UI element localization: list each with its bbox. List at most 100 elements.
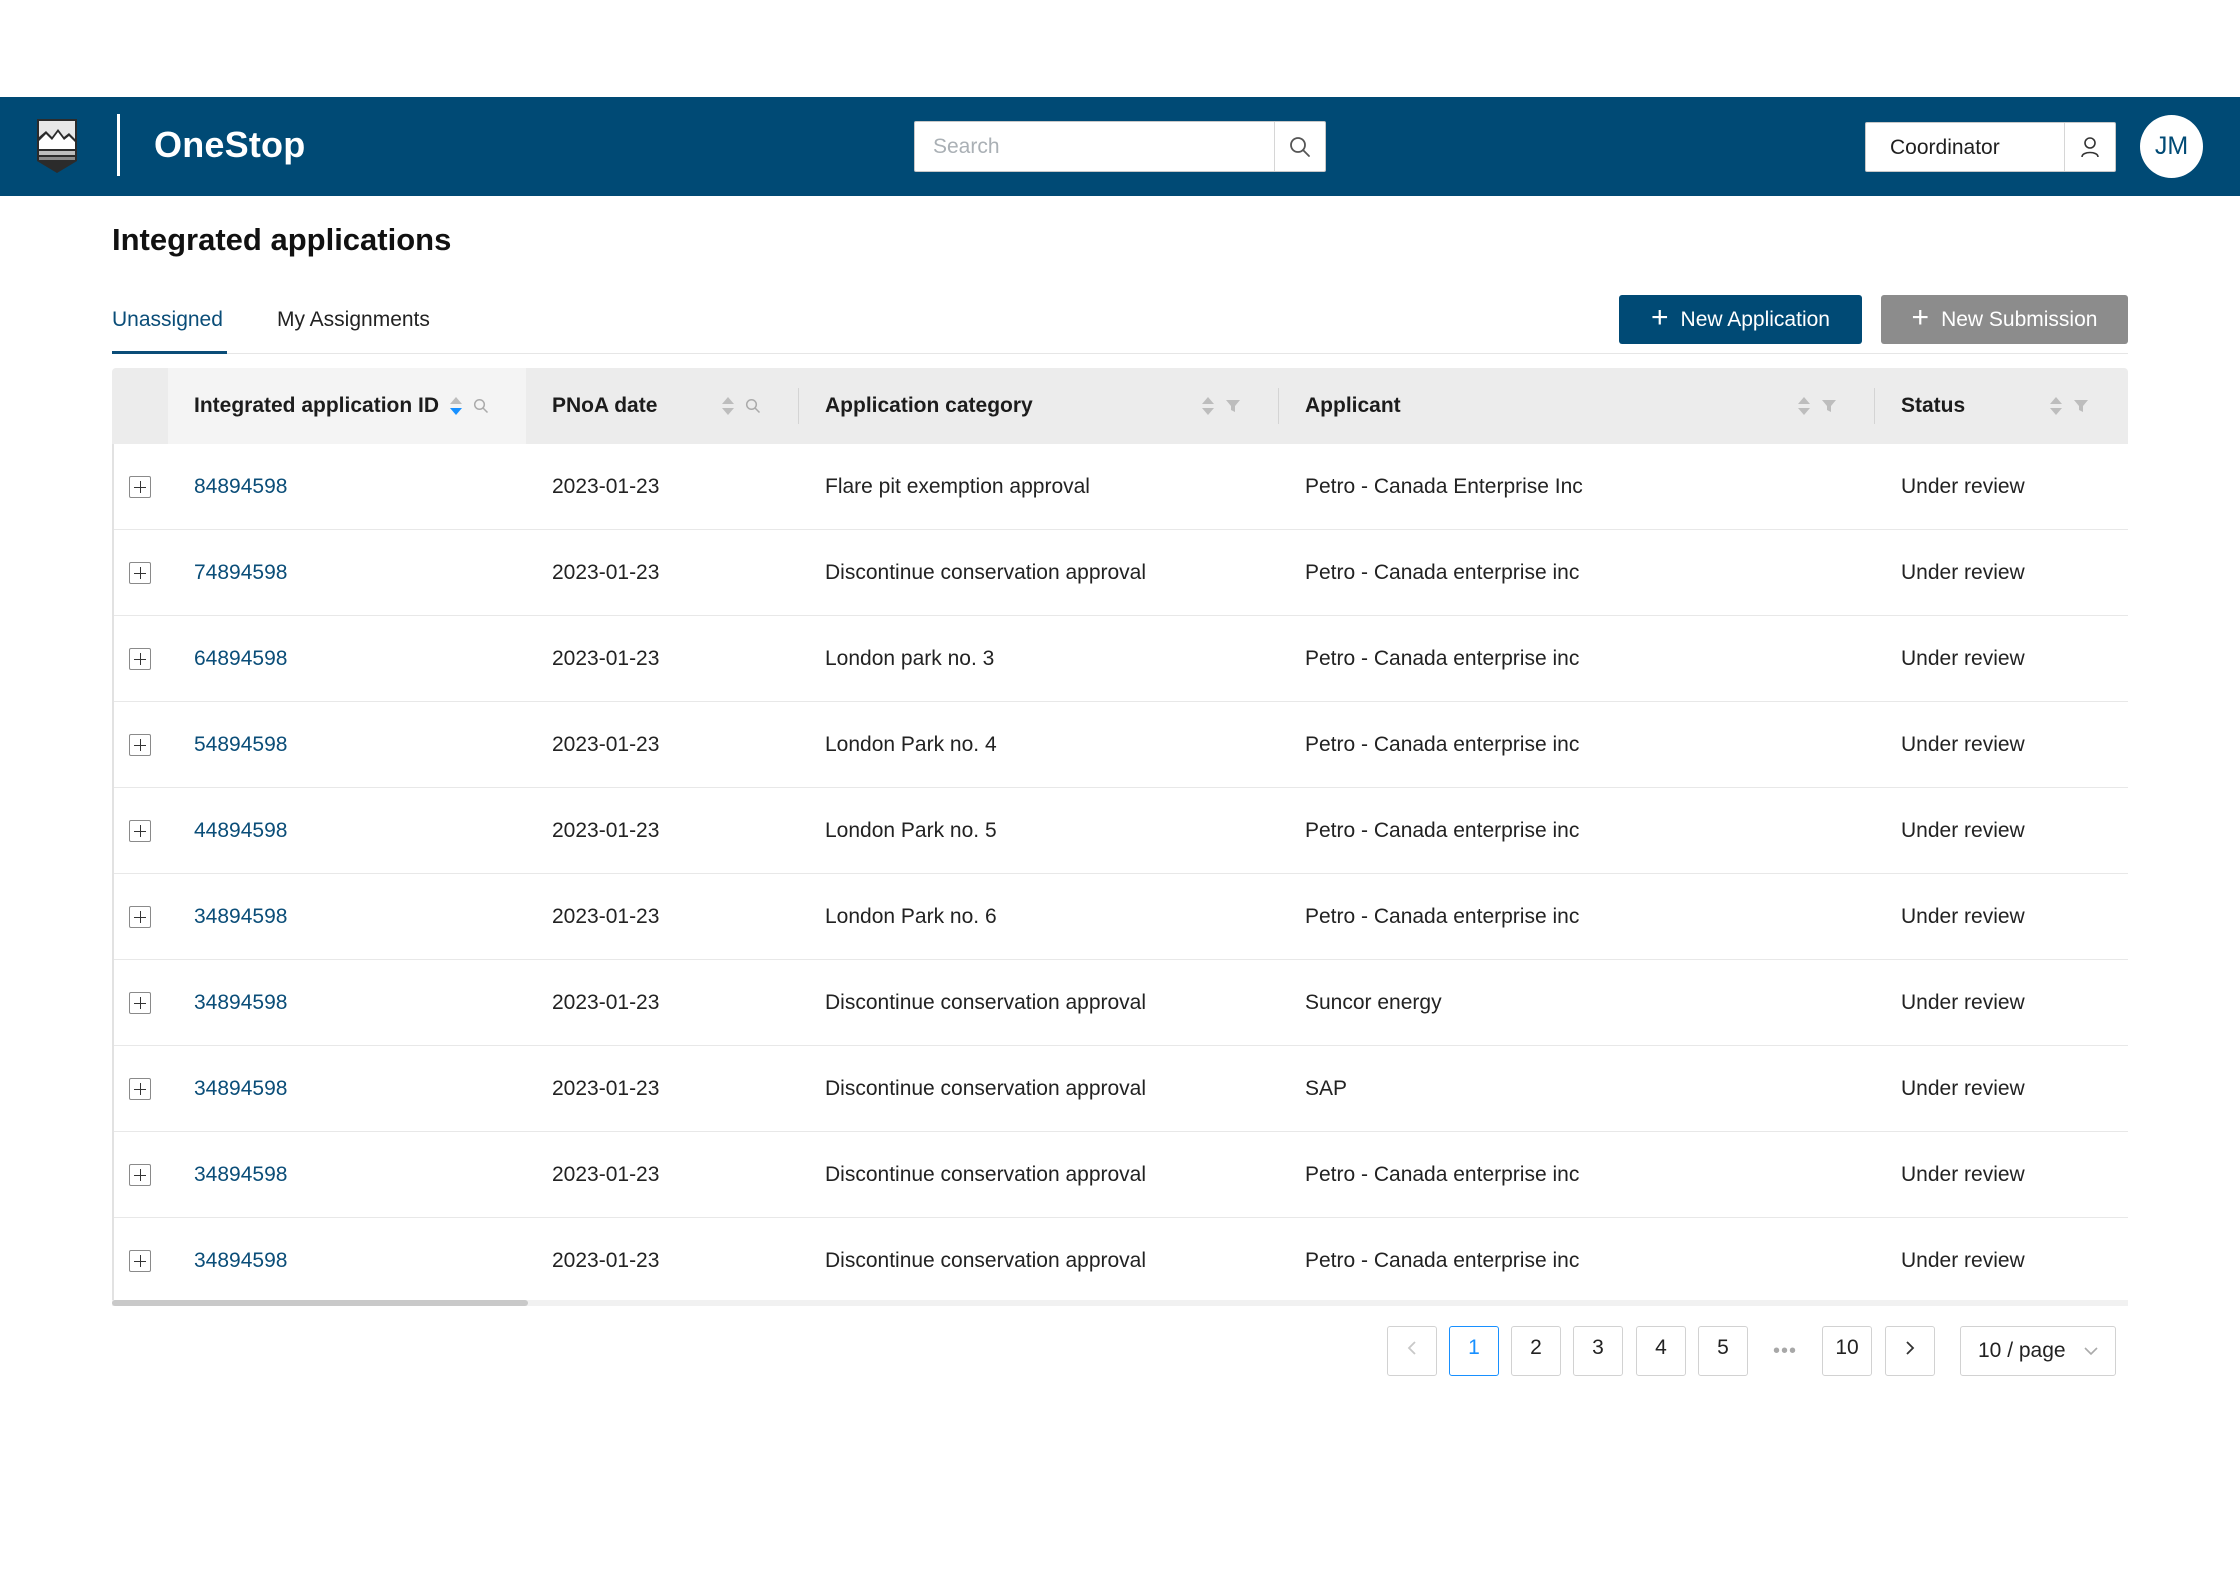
tab-my-assignments[interactable]: My Assignments [277,308,430,332]
table-row: 54894598 2023-01-23 London Park no. 4 Petro… [112,702,2128,788]
sort-icon[interactable] [721,395,735,417]
pnoa-date-cell: 2023-01-23 [552,818,660,842]
application-id-link[interactable]: 84894598 [194,444,287,529]
applicant-cell: Petro - Canada enterprise inc [1305,1248,1580,1272]
role-user-button[interactable] [2064,123,2115,171]
filter-icon[interactable] [1821,398,1837,414]
search-input[interactable] [915,122,1275,171]
application-id-link[interactable]: 34894598 [194,1132,287,1217]
new-application-button[interactable]: + New Application [1619,295,1862,344]
status-cell: Under review [1901,732,2025,756]
expand-row-icon[interactable] [129,992,151,1014]
pnoa-date-cell: 2023-01-23 [552,474,660,498]
page-button-1[interactable]: 1 [1449,1326,1499,1376]
column-header-status[interactable]: Status [1901,368,1965,444]
status-cell: Under review [1901,1076,2025,1100]
pnoa-date-cell: 2023-01-23 [552,1248,660,1272]
tab-unassigned[interactable]: Unassigned [112,308,223,332]
application-category-cell: London park no. 3 [825,646,995,670]
sort-icon[interactable] [1797,395,1811,417]
application-category-cell: Discontinue conservation approval [825,1076,1147,1100]
search-icon[interactable] [745,398,761,414]
search-button[interactable] [1274,122,1325,171]
expand-row-icon[interactable] [129,820,151,842]
column-header-id[interactable]: Integrated application ID [194,368,439,444]
application-category-cell: Discontinue conservation approval [825,1162,1147,1186]
expand-row-icon[interactable] [129,906,151,928]
page-title: Integrated applications [112,222,452,257]
government-crest-logo[interactable] [34,115,80,175]
application-category-cell: Discontinue conservation approval [825,1248,1147,1272]
page-button-2[interactable]: 2 [1511,1326,1561,1376]
search-icon [1290,136,1310,157]
application-id-link[interactable]: 34894598 [194,1218,287,1303]
applicant-cell: Petro - Canada enterprise inc [1305,560,1580,584]
application-id-link[interactable]: 74894598 [194,530,287,615]
status-cell: Under review [1901,904,2025,928]
new-submission-label: New Submission [1941,307,2098,331]
status-cell: Under review [1901,474,2025,498]
application-id-link[interactable]: 54894598 [194,702,287,787]
user-icon [2081,137,2099,158]
role-label: Coordinator [1890,136,2000,159]
next-page-button[interactable] [1885,1326,1935,1376]
user-avatar[interactable]: JM [2140,115,2203,178]
chevron-right-icon [1906,1341,1915,1355]
page-button-4[interactable]: 4 [1636,1326,1686,1376]
expand-row-icon[interactable] [129,734,151,756]
sort-icon[interactable] [1201,395,1215,417]
table-row: 34894598 2023-01-23 Discontinue conservati… [112,960,2128,1046]
page-size-select[interactable]: 10 / page [1960,1326,2116,1376]
applicant-cell: Petro - Canada enterprise inc [1305,732,1580,756]
expand-row-icon[interactable] [129,476,151,498]
table-row: 44894598 2023-01-23 London Park no. 5 Petro… [112,788,2128,874]
pnoa-date-cell: 2023-01-23 [552,732,660,756]
application-category-cell: London Park no. 5 [825,818,997,842]
expand-row-icon[interactable] [129,1078,151,1100]
expand-row-icon[interactable] [129,648,151,670]
applicant-cell: Petro - Canada enterprise inc [1305,1162,1580,1186]
status-cell: Under review [1901,646,2025,670]
pnoa-date-cell: 2023-01-23 [552,1076,660,1100]
scrollbar-thumb[interactable] [112,1300,528,1306]
application-id-link[interactable]: 44894598 [194,788,287,873]
table-row: 84894598 2023-01-23 Flare pit exemption ap… [112,444,2128,530]
top-nav-bar: OneStop Coordinator JM [0,97,2240,196]
search-icon[interactable] [473,398,489,414]
column-header-applicant[interactable]: Applicant [1305,368,1401,444]
status-cell: Under review [1901,990,2025,1014]
application-category-cell: Flare pit exemption approval [825,474,1090,498]
sort-icon[interactable] [2049,395,2063,417]
page-button-10[interactable]: 10 [1822,1326,1872,1376]
status-cell: Under review [1901,1248,2025,1272]
expand-row-icon[interactable] [129,1250,151,1272]
prev-page-button[interactable] [1387,1326,1437,1376]
column-label: Applicant [1305,394,1401,417]
plus-icon: + [1911,301,1930,334]
pnoa-date-cell: 2023-01-23 [552,1162,660,1186]
applicant-cell: Suncor energy [1305,990,1442,1014]
page-button-5[interactable]: 5 [1698,1326,1748,1376]
pnoa-date-cell: 2023-01-23 [552,646,660,670]
new-submission-button[interactable]: + New Submission [1881,295,2128,344]
application-id-link[interactable]: 34894598 [194,960,287,1045]
page-size-label: 10 / page [1978,1339,2066,1362]
column-tools-applicant [1797,395,1837,417]
pagination-ellipsis[interactable]: ••• [1760,1326,1810,1376]
application-id-link[interactable]: 34894598 [194,874,287,959]
column-header-pnoa-date[interactable]: PNoA date [552,368,657,444]
applicant-cell: Petro - Canada enterprise inc [1305,904,1580,928]
role-selector[interactable]: Coordinator [1865,122,2116,172]
application-id-link[interactable]: 64894598 [194,616,287,701]
filter-icon[interactable] [1225,398,1241,414]
column-header-category[interactable]: Application category [825,368,1033,444]
application-id-link[interactable]: 34894598 [194,1046,287,1131]
application-category-cell: London Park no. 6 [825,904,997,928]
filter-icon[interactable] [2073,398,2089,414]
brand-name[interactable]: OneStop [154,123,305,167]
applicant-cell: Petro - Canada enterprise inc [1305,646,1580,670]
sort-icon[interactable] [449,395,463,417]
expand-row-icon[interactable] [129,1164,151,1186]
expand-row-icon[interactable] [129,562,151,584]
page-button-3[interactable]: 3 [1573,1326,1623,1376]
